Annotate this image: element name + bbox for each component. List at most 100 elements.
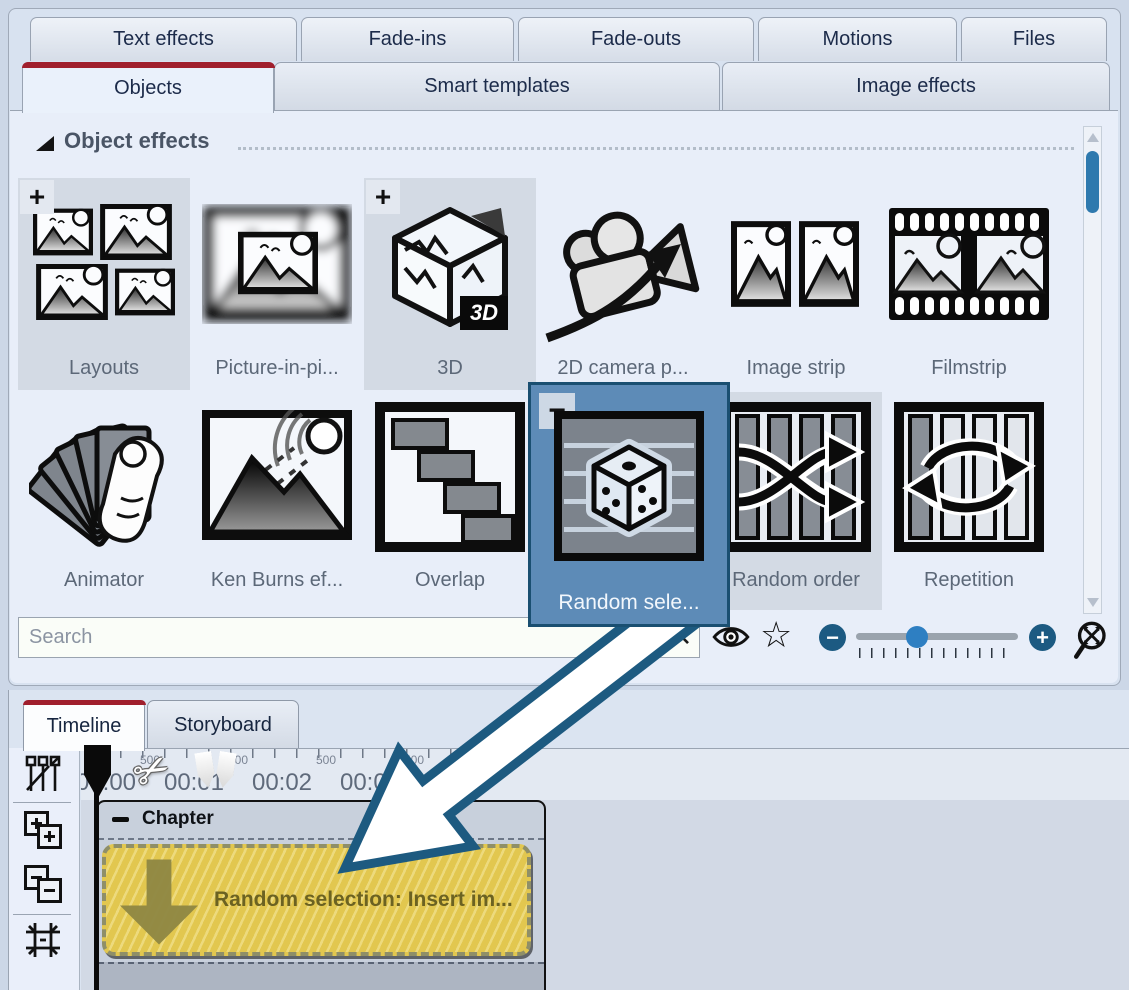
- image-strip-icon: [731, 204, 861, 324]
- ken-burns-icon: [202, 410, 352, 540]
- scroll-up-icon[interactable]: [1087, 133, 1099, 142]
- tab-label: Image effects: [856, 75, 976, 98]
- section-divider: [238, 147, 1074, 150]
- tile-label: Random sele...: [531, 591, 727, 615]
- ruler-minor-label: 500: [311, 753, 341, 767]
- tab-fade-outs[interactable]: Fade-outs: [518, 17, 754, 61]
- tile-label: Random order: [710, 569, 882, 592]
- zoom-fit-magnifier-icon[interactable]: [1074, 620, 1114, 660]
- tile-label: Ken Burns ef...: [191, 569, 363, 592]
- zoom-out-button[interactable]: −: [819, 624, 846, 651]
- toolbar-divider: [13, 802, 71, 803]
- drop-down-arrow-icon: [120, 856, 198, 948]
- tile-3d[interactable]: + 3D 3D: [364, 178, 536, 390]
- tab-label: Objects: [114, 77, 182, 100]
- overlap-icon: [375, 402, 525, 552]
- ruler-second-label: 00:04: [418, 769, 498, 797]
- tile-label: 3D: [364, 357, 536, 380]
- tab-image-effects[interactable]: Image effects: [722, 62, 1110, 111]
- tab-timeline[interactable]: Timeline: [23, 700, 145, 751]
- ruler-second-label: 00:02: [242, 769, 322, 797]
- app-window: Text effects Fade-ins Fade-outs Motions …: [0, 0, 1129, 990]
- chapter-track-row[interactable]: [98, 962, 544, 990]
- tile-label: Overlap: [364, 569, 536, 592]
- active-tab-accent: [22, 62, 275, 68]
- layouts-collage-icon: [29, 200, 179, 328]
- tile-overlap[interactable]: Overlap: [364, 392, 536, 610]
- zoom-slider-track[interactable]: [856, 633, 1018, 640]
- scrollbar-thumb[interactable]: [1086, 151, 1099, 213]
- tile-repetition[interactable]: Repetition: [883, 392, 1055, 610]
- playhead-line: [94, 790, 99, 990]
- chapter-header[interactable]: Chapter: [98, 802, 544, 840]
- expand-all-icon[interactable]: [23, 810, 63, 850]
- tab-storyboard[interactable]: Storyboard: [147, 700, 299, 750]
- repetition-loop-icon: [894, 402, 1044, 552]
- chapter-title: Chapter: [142, 808, 214, 830]
- collapse-all-icon[interactable]: [23, 864, 63, 904]
- ruler-minor-label: 500: [399, 753, 429, 767]
- tab-label: Motions: [822, 28, 892, 51]
- ruler-minor-label: 500: [487, 753, 517, 767]
- tab-objects[interactable]: Objects: [22, 62, 274, 113]
- timeline-panel: Timeline Storyboard: [8, 690, 1129, 990]
- tile-label: Animator: [18, 569, 190, 592]
- 2d-camera-pan-icon: [543, 198, 703, 343]
- tab-smart-templates[interactable]: Smart templates: [274, 62, 720, 111]
- tile-label: Image strip: [710, 357, 882, 380]
- filmstrip-icon: [889, 208, 1049, 320]
- tab-label: Fade-ins: [369, 28, 447, 51]
- tile-label: Picture-in-pi...: [191, 357, 363, 380]
- effects-scrollbar[interactable]: [1083, 126, 1102, 614]
- drop-target-text: Random selection: Insert im...: [214, 848, 517, 952]
- tile-label: Layouts: [18, 357, 190, 380]
- tile-ken-burns[interactable]: Ken Burns ef...: [191, 392, 363, 610]
- zoom-in-button[interactable]: +: [1029, 624, 1056, 651]
- tab-label: Timeline: [47, 715, 122, 738]
- animator-icon: [29, 402, 179, 552]
- timeline-toolbar: [9, 748, 80, 990]
- section-title: Object effects: [64, 128, 210, 154]
- tile-random-order[interactable]: Random order: [710, 392, 882, 610]
- tab-text-effects[interactable]: Text effects: [30, 17, 297, 61]
- timeline-tracks-area[interactable]: Chapter Random selection: Insert im...: [81, 800, 1129, 990]
- fit-range-icon[interactable]: [23, 920, 63, 960]
- chapter-block[interactable]: Chapter Random selection: Insert im...: [96, 800, 546, 990]
- tab-label: Storyboard: [174, 714, 272, 737]
- tab-label: Text effects: [113, 28, 214, 51]
- tab-motions[interactable]: Motions: [758, 17, 957, 61]
- expand-plus-badge[interactable]: +: [366, 180, 400, 214]
- toolbar-divider: [13, 914, 71, 915]
- random-order-shuffle-icon: [721, 402, 871, 552]
- tile-label: Repetition: [883, 569, 1055, 592]
- timeline-ruler[interactable]: 500 500 500 500 500 00:00 00:01 00:02 00…: [81, 748, 1129, 801]
- tile-2d-camera-pan[interactable]: 2D camera p...: [537, 178, 709, 390]
- scroll-down-icon[interactable]: [1087, 598, 1099, 607]
- tile-filmstrip[interactable]: Filmstrip: [883, 178, 1055, 390]
- tab-label: Fade-outs: [591, 28, 681, 51]
- tab-fade-ins[interactable]: Fade-ins: [301, 17, 514, 61]
- picture-in-picture-icon: [202, 204, 352, 324]
- tab-files[interactable]: Files: [961, 17, 1107, 61]
- tile-random-selection-selected[interactable]: − Random sele...: [528, 382, 730, 627]
- favorites-star-icon[interactable]: ☆: [760, 614, 792, 656]
- random-selection-dice-icon: [554, 411, 704, 561]
- tile-animator[interactable]: Animator: [18, 392, 190, 610]
- 3d-corner-badge: 3D: [460, 296, 508, 330]
- drop-target-zone[interactable]: Random selection: Insert im...: [102, 844, 531, 956]
- zoom-slider-ticks: [859, 648, 1015, 658]
- active-tab-accent: [23, 700, 146, 705]
- tile-layouts[interactable]: + Layouts: [18, 178, 190, 390]
- tile-picture-in-picture[interactable]: Picture-in-pi...: [191, 178, 363, 390]
- preview-eye-icon[interactable]: [712, 624, 750, 650]
- track-display-icon[interactable]: [23, 754, 63, 794]
- zoom-slider-thumb[interactable]: [906, 626, 928, 648]
- tab-label: Files: [1013, 28, 1055, 51]
- ruler-second-label: 00:03: [330, 769, 410, 797]
- tile-label: Filmstrip: [883, 357, 1055, 380]
- chapter-collapse-icon[interactable]: [112, 817, 129, 822]
- tab-label: Smart templates: [424, 75, 570, 98]
- tile-label: 2D camera p...: [537, 357, 709, 380]
- expand-plus-badge[interactable]: +: [20, 180, 54, 214]
- tile-image-strip[interactable]: Image strip: [710, 178, 882, 390]
